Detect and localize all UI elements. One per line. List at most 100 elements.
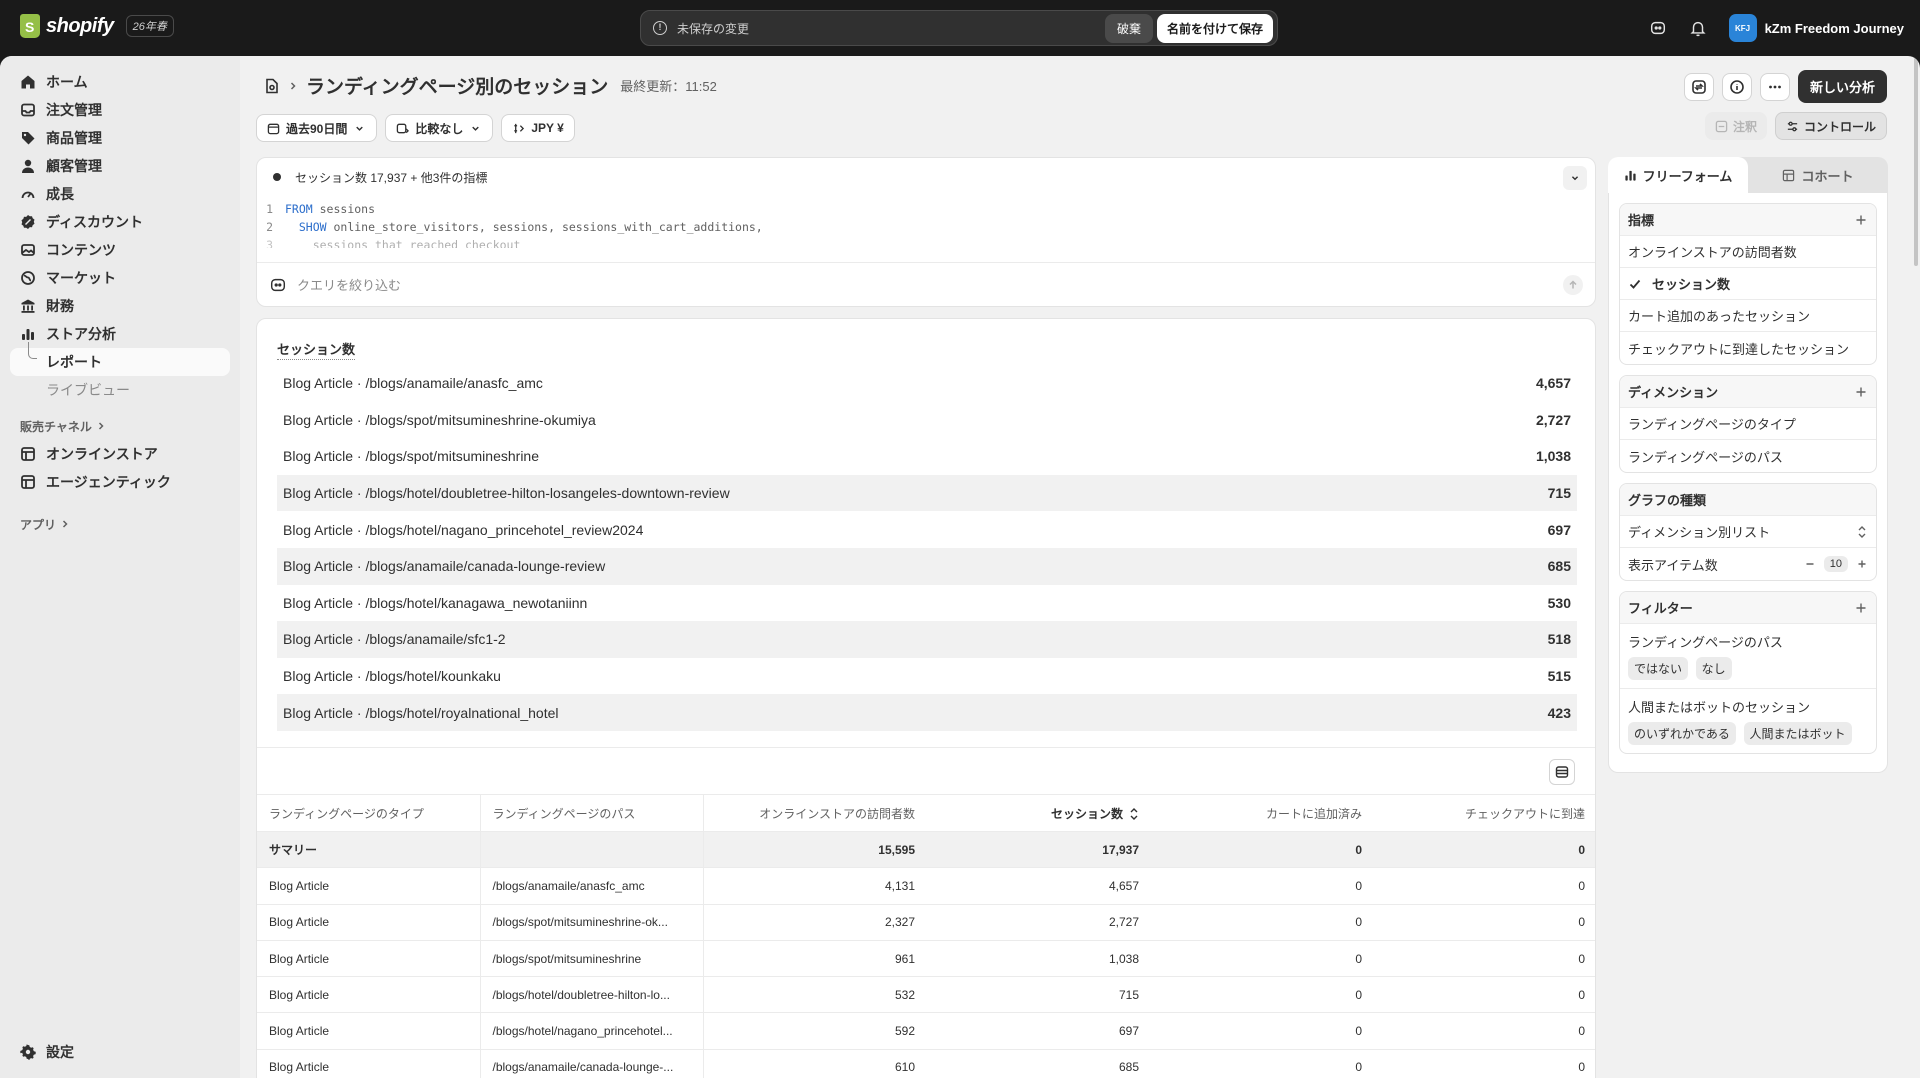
currency-picker[interactable]: JPY ¥	[501, 114, 575, 142]
display-items-value[interactable]: 10	[1823, 556, 1848, 572]
sidebar-item-live-view[interactable]: ライブビュー	[10, 376, 230, 404]
summary-visitors: 15,595	[703, 831, 927, 869]
sidebar-item-online-store[interactable]: オンラインストア	[10, 440, 230, 468]
table-row[interactable]: Blog Article /blogs/hotel/nagano_princeh…	[257, 1012, 1595, 1050]
minus-icon[interactable]	[1804, 558, 1816, 570]
list-item[interactable]: Blog Article · /blogs/anamaile/canada-lo…	[277, 547, 1577, 585]
refine-query-input[interactable]: クエリを絞り込む	[257, 262, 1595, 306]
list-item[interactable]: Blog Article · /blogs/hotel/kounkaku 515	[277, 658, 1577, 695]
new-analysis-button[interactable]: 新しい分析	[1797, 70, 1887, 103]
filter-value-tag[interactable]: なし	[1695, 657, 1732, 680]
add-filter-icon[interactable]	[1854, 601, 1868, 615]
column-header-visitors[interactable]: オンラインストアの訪問者数	[703, 794, 927, 832]
compare-picker[interactable]: 比較なし	[385, 114, 494, 142]
chevron-down-icon	[1571, 176, 1579, 181]
metric-item[interactable]: オンラインストアの訪問者数	[1620, 236, 1876, 268]
refresh-icon	[1692, 79, 1706, 94]
sidebar-item-analytics[interactable]: ストア分析	[10, 320, 230, 348]
visualization-title[interactable]: セッション数	[277, 339, 356, 360]
column-header-cart[interactable]: カートに追加済み	[1151, 794, 1374, 832]
sidebar-item-growth[interactable]: 成長	[10, 180, 230, 208]
table-row[interactable]: Blog Article /blogs/spot/mitsumineshrine…	[257, 904, 1595, 941]
filter-operator-tag[interactable]: のいずれかである	[1628, 722, 1736, 745]
sidebar-item-label: 注文管理	[46, 102, 102, 118]
check-icon	[1629, 279, 1641, 289]
sidebar-item-products[interactable]: 商品管理	[10, 124, 230, 152]
sidekick-icon[interactable]	[1649, 19, 1667, 37]
sidebar-item-reports[interactable]: レポート	[10, 342, 230, 376]
filter-item[interactable]: 人間またはボットのセッション のいずれかである 人間またはボット	[1620, 689, 1876, 753]
chart-type-select[interactable]: ディメンション別リスト	[1620, 516, 1876, 548]
sidebar-item-finance[interactable]: 財務	[10, 292, 230, 320]
column-header-path[interactable]: ランディングページのパス	[480, 794, 704, 832]
refresh-button[interactable]	[1683, 72, 1714, 101]
save-as-button[interactable]: 名前を付けて保存	[1156, 13, 1273, 43]
column-header-type[interactable]: ランディングページのタイプ	[257, 794, 481, 832]
add-dimension-icon[interactable]	[1854, 385, 1868, 399]
metric-item-selected[interactable]: セッション数	[1620, 268, 1876, 300]
cell-type: Blog Article	[257, 904, 481, 941]
tab-cohort[interactable]: コホート	[1748, 157, 1888, 193]
add-metric-icon[interactable]	[1854, 213, 1868, 227]
data-table: ランディングページのタイプ ランディングページのパス オンラインストアの訪問者数…	[257, 794, 1595, 1078]
apps-section[interactable]: アプリ	[10, 510, 230, 538]
metric-item[interactable]: チェックアウトに到達したセッション	[1620, 332, 1876, 364]
list-item[interactable]: Blog Article · /blogs/hotel/nagano_princ…	[277, 511, 1577, 548]
dimension-item[interactable]: ランディングページのパス	[1620, 440, 1876, 472]
bell-icon[interactable]	[1689, 19, 1707, 37]
info-button[interactable]	[1721, 72, 1752, 101]
collapse-query-button[interactable]	[1563, 166, 1587, 190]
refine-query-placeholder: クエリを絞り込む	[297, 278, 402, 293]
send-button[interactable]	[1563, 275, 1583, 295]
filter-item[interactable]: ランディングページのパス ではない なし	[1620, 624, 1876, 689]
report-icon[interactable]	[264, 78, 280, 94]
plus-icon[interactable]	[1856, 558, 1868, 570]
cell-sessions: 697	[927, 1012, 1151, 1050]
filter-operator-tag[interactable]: ではない	[1628, 657, 1689, 680]
sidebar-item-home[interactable]: ホーム	[10, 68, 230, 96]
table-row[interactable]: Blog Article /blogs/hotel/doubletree-hil…	[257, 976, 1595, 1014]
table-row[interactable]: Blog Article /blogs/spot/mitsumineshrine…	[257, 940, 1595, 978]
sidebar-item-discounts[interactable]: ディスカウント	[10, 208, 230, 236]
tab-freeform[interactable]: フリーフォーム	[1608, 157, 1748, 193]
more-actions-button[interactable]	[1759, 72, 1790, 101]
date-range-picker[interactable]: 過去90日間	[256, 114, 378, 142]
edition-badge[interactable]: 26年春	[125, 15, 174, 37]
list-item[interactable]: Blog Article · /blogs/hotel/royalnationa…	[277, 694, 1577, 731]
cell-checkout: 0	[1374, 940, 1595, 978]
account-menu[interactable]: KFJ kZm Freedom Journey	[1728, 14, 1904, 42]
column-header-checkout[interactable]: チェックアウトに到達	[1374, 794, 1595, 832]
column-header-sessions[interactable]: セッション数	[927, 794, 1151, 832]
sidebar-item-agentic[interactable]: エージェンティック	[10, 468, 230, 496]
table-settings-button[interactable]	[1549, 759, 1575, 785]
sales-channels-section[interactable]: 販売チャネル	[10, 412, 230, 440]
store-icon	[21, 475, 35, 489]
sidebar-item-markets[interactable]: マーケット	[10, 264, 230, 292]
list-item[interactable]: Blog Article · /blogs/anamaile/anasfc_am…	[277, 365, 1577, 402]
shopify-logo[interactable]: shopify 26年春	[20, 14, 174, 38]
query-code[interactable]: 1 FROM sessions 2 SHOW online_store_visi…	[257, 196, 1595, 248]
cell-checkout: 0	[1374, 867, 1595, 905]
sidebar-item-label: ディスカウント	[46, 214, 144, 230]
sidebar-item-orders[interactable]: 注文管理	[10, 96, 230, 124]
dimension-item[interactable]: ランディングページのタイプ	[1620, 408, 1876, 440]
list-item[interactable]: Blog Article · /blogs/hotel/doubletree-h…	[277, 474, 1577, 512]
table-row[interactable]: Blog Article /blogs/anamaile/anasfc_amc …	[257, 867, 1595, 905]
page-scrollbar[interactable]	[1914, 56, 1918, 266]
sidebar-item-customers[interactable]: 顧客管理	[10, 152, 230, 180]
image-icon	[21, 244, 35, 256]
control-button[interactable]: コントロール	[1774, 112, 1887, 140]
list-item[interactable]: Blog Article · /blogs/hotel/kanagawa_new…	[277, 585, 1577, 622]
cell-cart: 0	[1151, 904, 1374, 941]
table-row[interactable]: Blog Article /blogs/anamaile/canada-loun…	[257, 1049, 1595, 1078]
filter-value-tag[interactable]: 人間またはボット	[1743, 722, 1852, 745]
sidebar-item-settings[interactable]: 設定	[10, 1038, 84, 1066]
sidebar-item-content[interactable]: コンテンツ	[10, 236, 230, 264]
metric-item[interactable]: カート追加のあったセッション	[1620, 300, 1876, 332]
currency-label: JPY ¥	[531, 121, 564, 135]
annotation-button[interactable]: 注釈	[1704, 112, 1767, 140]
discard-button[interactable]: 破棄	[1104, 13, 1153, 43]
list-item[interactable]: Blog Article · /blogs/spot/mitsumineshri…	[277, 402, 1577, 439]
list-item[interactable]: Blog Article · /blogs/anamaile/sfc1-2 518	[277, 621, 1577, 658]
list-item[interactable]: Blog Article · /blogs/spot/mitsumineshri…	[277, 438, 1577, 475]
